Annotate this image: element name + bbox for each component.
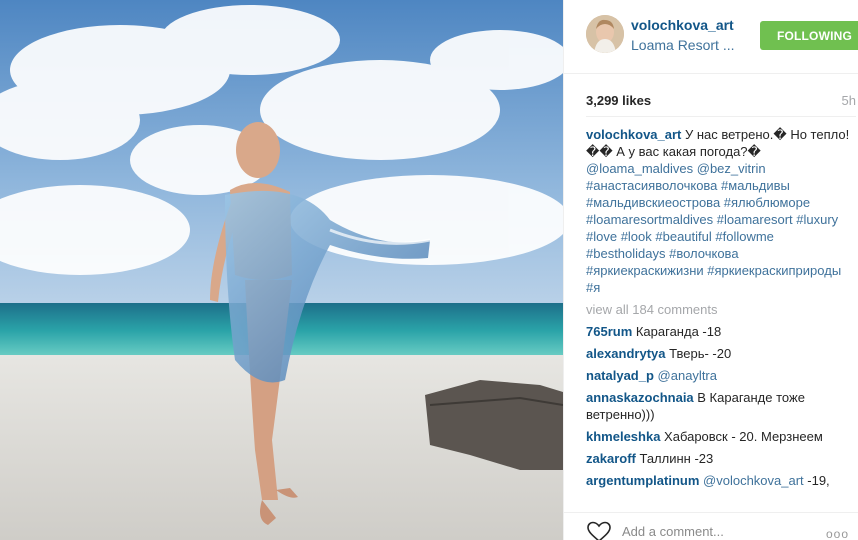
comment-text: Хабаровск - 20. Мерзнеем — [660, 429, 823, 444]
comment-list: volochkova_art У нас ветрено.� Но тепло!… — [586, 126, 854, 489]
comment-mention[interactable]: @volochkova_art — [699, 473, 804, 488]
comment-username[interactable]: khmeleshka — [586, 429, 660, 444]
comment-item: alexandrytya Тверь- -20 — [586, 345, 854, 362]
comment-username[interactable]: argentumplatinum — [586, 473, 699, 488]
post-author-username[interactable]: volochkova_art — [631, 17, 734, 33]
comment-text: Караганда -18 — [632, 324, 722, 339]
post-location[interactable]: Loama Resort ... — [631, 37, 735, 53]
post-time[interactable]: 5h — [842, 93, 856, 108]
post-photo[interactable] — [0, 0, 563, 540]
heart-icon[interactable] — [586, 521, 612, 540]
comment-text: Тверь- -20 — [665, 346, 732, 361]
caption-tags[interactable]: @loama_maldives @bez_vitrin #анастасияво… — [586, 161, 841, 295]
more-options-icon[interactable]: ooo — [826, 527, 849, 540]
avatar[interactable] — [586, 15, 624, 53]
post-meta: 3,299 likes 5h — [586, 93, 856, 109]
comment-username[interactable]: zakaroff — [586, 451, 636, 466]
post-caption: volochkova_art У нас ветрено.� Но тепло!… — [586, 126, 854, 296]
comment-item: zakaroff Таллинн -23 — [586, 450, 854, 467]
comment-username[interactable]: 765rum — [586, 324, 632, 339]
post-side-panel: volochkova_art Loama Resort ... FOLLOWIN… — [563, 0, 858, 540]
comment-composer-bar: Add a comment... ooo — [564, 512, 858, 540]
comment-item: khmeleshka Хабаровск - 20. Мерзнеем — [586, 428, 854, 445]
comment-item: 765rum Караганда -18 — [586, 323, 854, 340]
comment-username[interactable]: alexandrytya — [586, 346, 666, 361]
view-all-comments-link[interactable]: view all 184 comments — [586, 301, 854, 318]
post-header: volochkova_art Loama Resort ... FOLLOWIN… — [564, 0, 858, 74]
comment-item: argentumplatinum @volochkova_art -19, — [586, 472, 854, 489]
comment-text: Таллинн -23 — [635, 451, 714, 466]
avatar-photo-icon — [586, 15, 624, 53]
following-button[interactable]: FOLLOWING — [760, 21, 858, 50]
comment-item: natalyad_p @anayltra — [586, 367, 854, 384]
comment-item: annaskazochnaia В Караганде тоже ветренн… — [586, 389, 854, 423]
likes-count[interactable]: 3,299 likes — [586, 93, 651, 108]
beach-photo-illustration — [0, 0, 563, 540]
add-comment-input[interactable]: Add a comment... — [622, 524, 724, 539]
caption-username[interactable]: volochkova_art — [586, 127, 681, 142]
divider — [586, 116, 856, 117]
comment-username[interactable]: annaskazochnaia — [586, 390, 694, 405]
comment-mention[interactable]: @anayltra — [658, 368, 717, 383]
comment-text: -19, — [803, 473, 830, 488]
comment-username[interactable]: natalyad_p — [586, 368, 654, 383]
